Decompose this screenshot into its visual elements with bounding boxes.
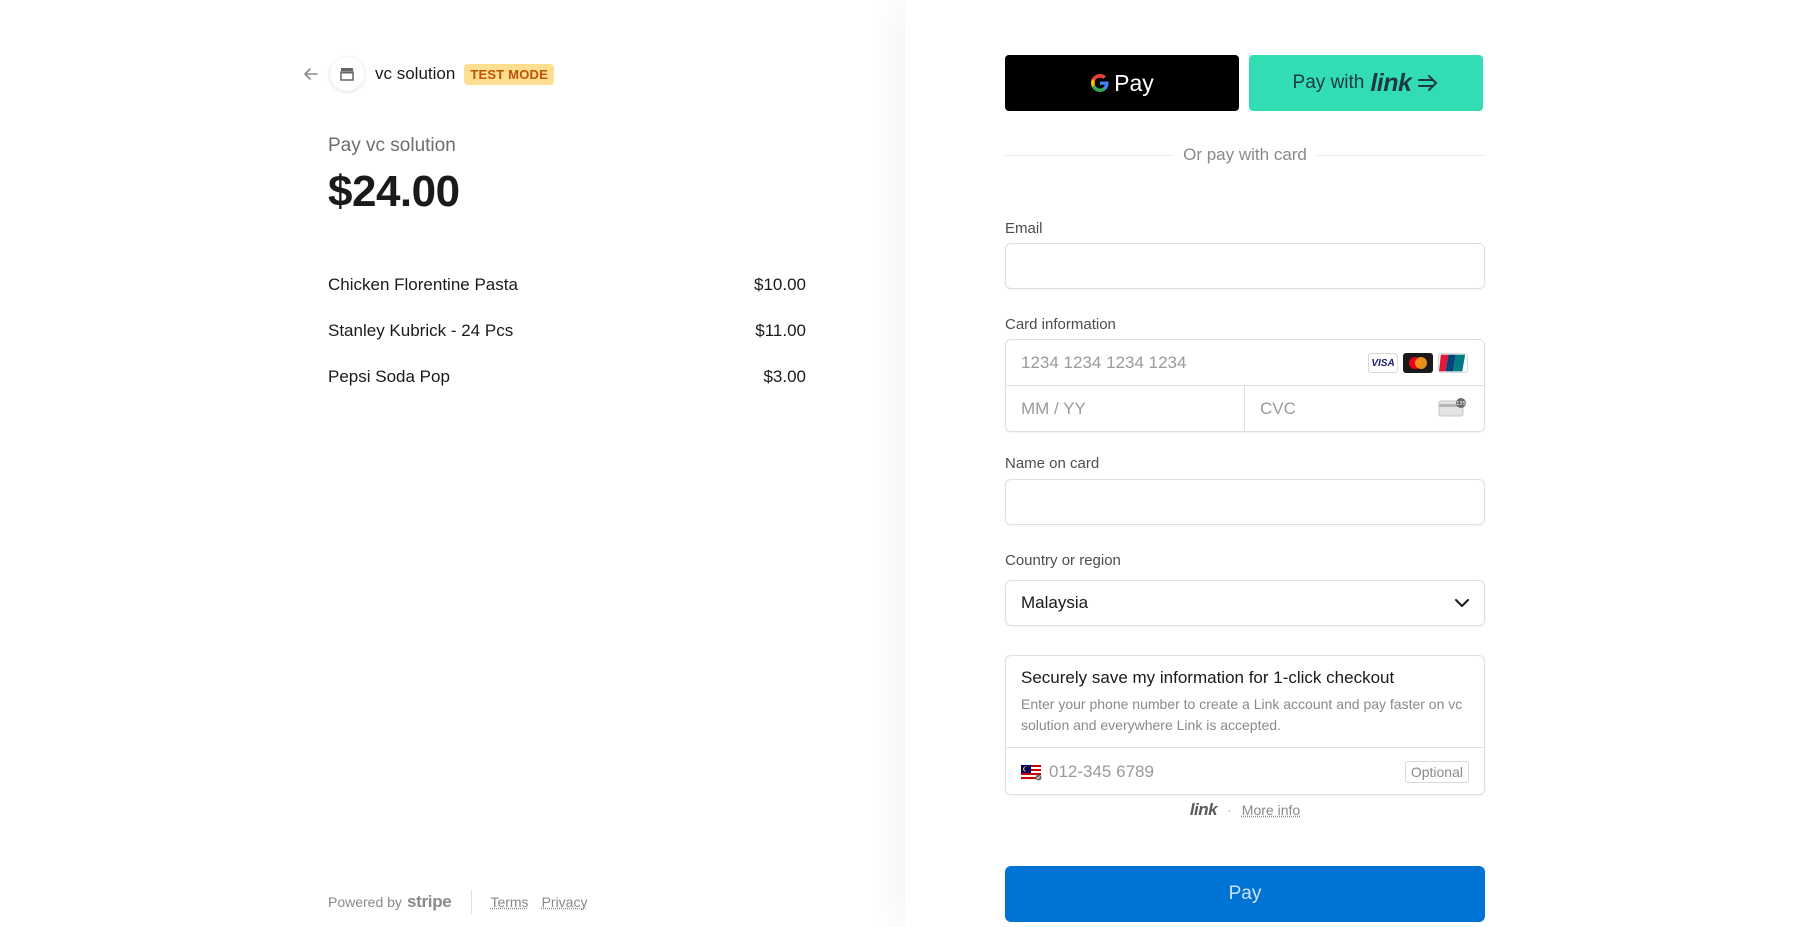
phone-row: Optional [1006, 748, 1484, 795]
or-pay-with-card-divider: Or pay with card [1005, 145, 1486, 165]
google-pay-label: Pay [1114, 69, 1154, 96]
merchant-header: vc solution TEST MODE [300, 56, 554, 92]
line-item-name: Stanley Kubrick - 24 Pcs [328, 321, 514, 340]
save-info-description: Enter your phone number to create a Link… [1021, 696, 1463, 733]
pay-button[interactable]: Pay [1005, 866, 1485, 922]
line-item-price: $10.00 [754, 275, 806, 294]
link-save-info-box: Securely save my information for 1-click… [1005, 655, 1485, 795]
phone-input[interactable] [1049, 761, 1405, 782]
svg-text:135: 135 [1456, 401, 1466, 407]
email-label: Email [1005, 220, 1043, 237]
footer-divider [471, 890, 473, 914]
card-info-group: VISA 135 [1005, 339, 1485, 432]
card-number-row: VISA [1006, 340, 1484, 386]
payment-form-panel: Pay Pay with link Or pay with card Email… [905, 0, 1802, 927]
stripe-logo: stripe [406, 892, 452, 911]
store-icon [330, 57, 364, 91]
optional-badge: Optional [1404, 760, 1469, 783]
test-mode-badge: TEST MODE [464, 63, 554, 85]
name-on-card-label: Name on card [1005, 455, 1100, 472]
line-items: Chicken Florentine Pasta $10.00 Stanley … [328, 262, 806, 400]
privacy-link[interactable]: Privacy [542, 894, 588, 910]
link-logo: link [1370, 68, 1412, 97]
summary-footer: Powered by stripe Terms Privacy [328, 890, 600, 914]
line-item-price: $11.00 [755, 321, 806, 340]
wallet-buttons: Pay Pay with link [1005, 55, 1483, 111]
back-arrow-icon[interactable] [300, 63, 322, 85]
merchant-name: vc solution [375, 64, 456, 83]
save-info-title: Securely save my information for 1-click… [1021, 668, 1395, 687]
cvc-card-icon: 135 [1438, 398, 1468, 423]
link-small-logo: link [1189, 800, 1218, 819]
visa-icon: VISA [1368, 353, 1398, 373]
total-amount: $24.00 [328, 167, 460, 216]
mastercard-icon [1403, 353, 1433, 373]
divider-line [1316, 154, 1486, 156]
line-item-price: $3.00 [763, 367, 806, 386]
line-item: Stanley Kubrick - 24 Pcs $11.00 [328, 308, 806, 354]
pay-merchant-label: Pay vc solution [328, 135, 456, 156]
expiry-input[interactable] [1006, 386, 1244, 432]
card-expiry-cvc-row: 135 [1006, 386, 1484, 432]
more-info-link[interactable]: More info [1242, 802, 1300, 818]
name-on-card-input[interactable] [1006, 480, 1484, 524]
country-label: Country or region [1005, 552, 1121, 569]
line-item-name: Pepsi Soda Pop [328, 367, 450, 386]
chevron-down-icon [1455, 598, 1469, 607]
google-pay-button[interactable]: Pay [1005, 55, 1239, 111]
line-item: Chicken Florentine Pasta $10.00 [328, 262, 806, 308]
country-select[interactable]: Malaysia [1005, 580, 1485, 626]
email-field-wrapper [1005, 243, 1485, 289]
powered-by-label: Powered by [328, 894, 402, 910]
divider-text: Or pay with card [1183, 145, 1307, 164]
unionpay-icon [1438, 353, 1468, 373]
separator-dot: · [1227, 802, 1232, 818]
malaysia-flag-icon[interactable] [1020, 764, 1042, 780]
card-info-label: Card information [1005, 316, 1116, 333]
pay-with-link-button[interactable]: Pay with link [1249, 55, 1483, 111]
expiry-field [1006, 386, 1245, 432]
google-g-icon [1091, 74, 1109, 92]
terms-link[interactable]: Terms [490, 894, 528, 910]
name-field-wrapper [1005, 479, 1485, 525]
line-item: Pepsi Soda Pop $3.00 [328, 354, 806, 400]
arrow-right-icon [1418, 75, 1438, 91]
card-brands: VISA [1368, 353, 1468, 373]
divider-line [1005, 154, 1174, 156]
country-selected-value: Malaysia [1021, 593, 1089, 612]
link-info-row: link · More info [1005, 800, 1485, 820]
link-button-prefix: Pay with [1292, 72, 1365, 93]
line-item-name: Chicken Florentine Pasta [328, 275, 518, 294]
save-info-header: Securely save my information for 1-click… [1006, 656, 1484, 748]
cvc-field: 135 [1245, 386, 1484, 432]
email-input[interactable] [1006, 244, 1484, 288]
powered-by-stripe[interactable]: Powered by stripe [328, 892, 452, 912]
order-summary-panel: vc solution TEST MODE Pay vc solution $2… [0, 0, 905, 927]
